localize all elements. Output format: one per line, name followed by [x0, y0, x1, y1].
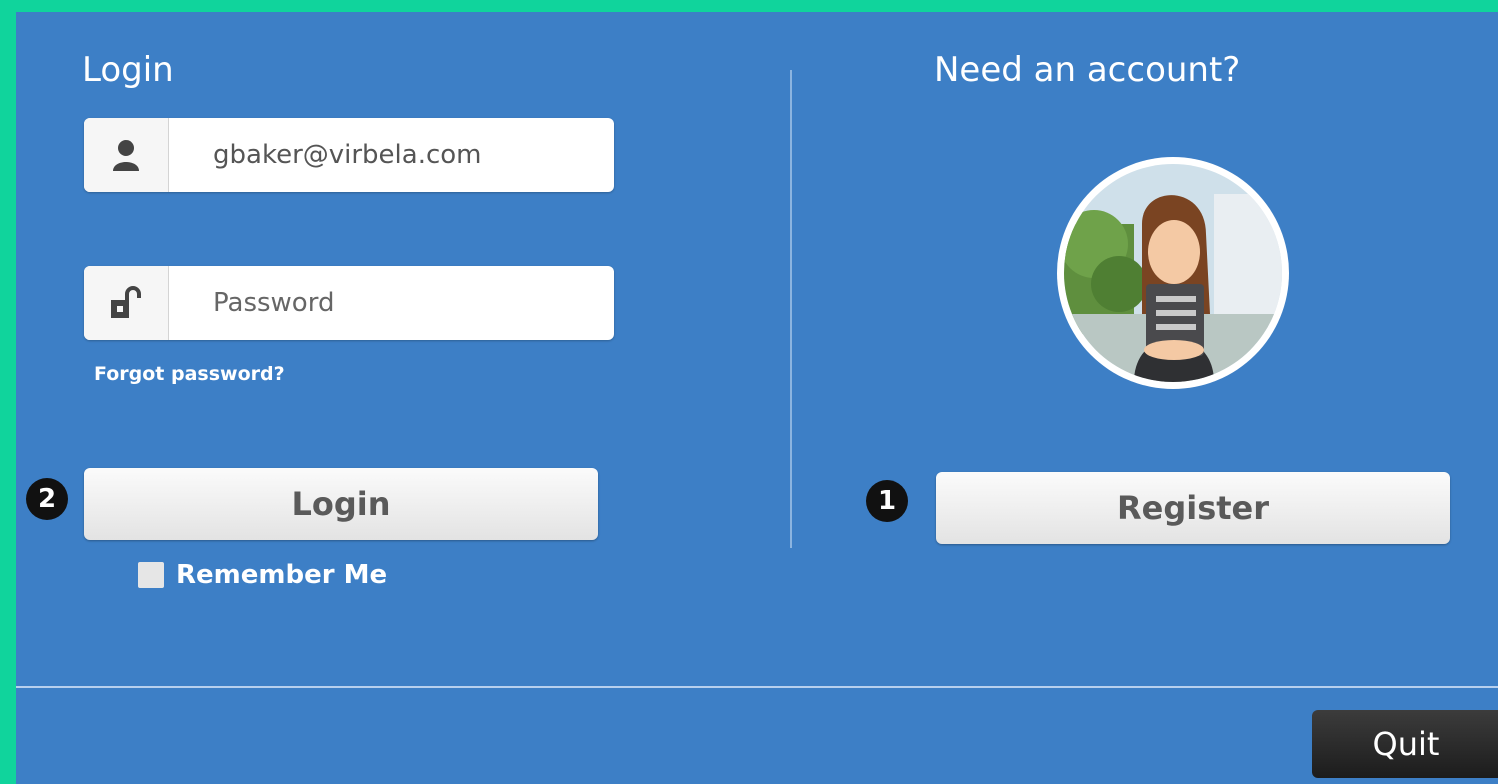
user-icon [84, 118, 169, 192]
username-input[interactable] [169, 117, 614, 193]
password-field[interactable] [84, 265, 614, 341]
footer-divider [16, 686, 1498, 688]
register-title: Need an account? [934, 50, 1241, 90]
login-button[interactable]: Login [84, 468, 598, 540]
avatar-image [1064, 164, 1282, 382]
login-title: Login [82, 50, 174, 90]
avatar [1057, 157, 1289, 389]
remember-me[interactable]: Remember Me [138, 560, 387, 590]
column-divider [790, 70, 792, 548]
unlocked-padlock-icon [84, 266, 169, 340]
remember-me-checkbox[interactable] [138, 562, 164, 588]
quit-button[interactable]: Quit [1312, 710, 1498, 778]
login-dialog: Login Forgot password? 2 Login Remember … [16, 12, 1498, 784]
username-field[interactable] [84, 117, 614, 193]
step-badge-2: 2 [26, 478, 68, 520]
password-input[interactable] [169, 265, 614, 341]
step-badge-1: 1 [866, 480, 908, 522]
remember-me-label: Remember Me [176, 560, 388, 590]
forgot-password-link[interactable]: Forgot password? [94, 363, 285, 385]
register-button[interactable]: Register [936, 472, 1450, 544]
